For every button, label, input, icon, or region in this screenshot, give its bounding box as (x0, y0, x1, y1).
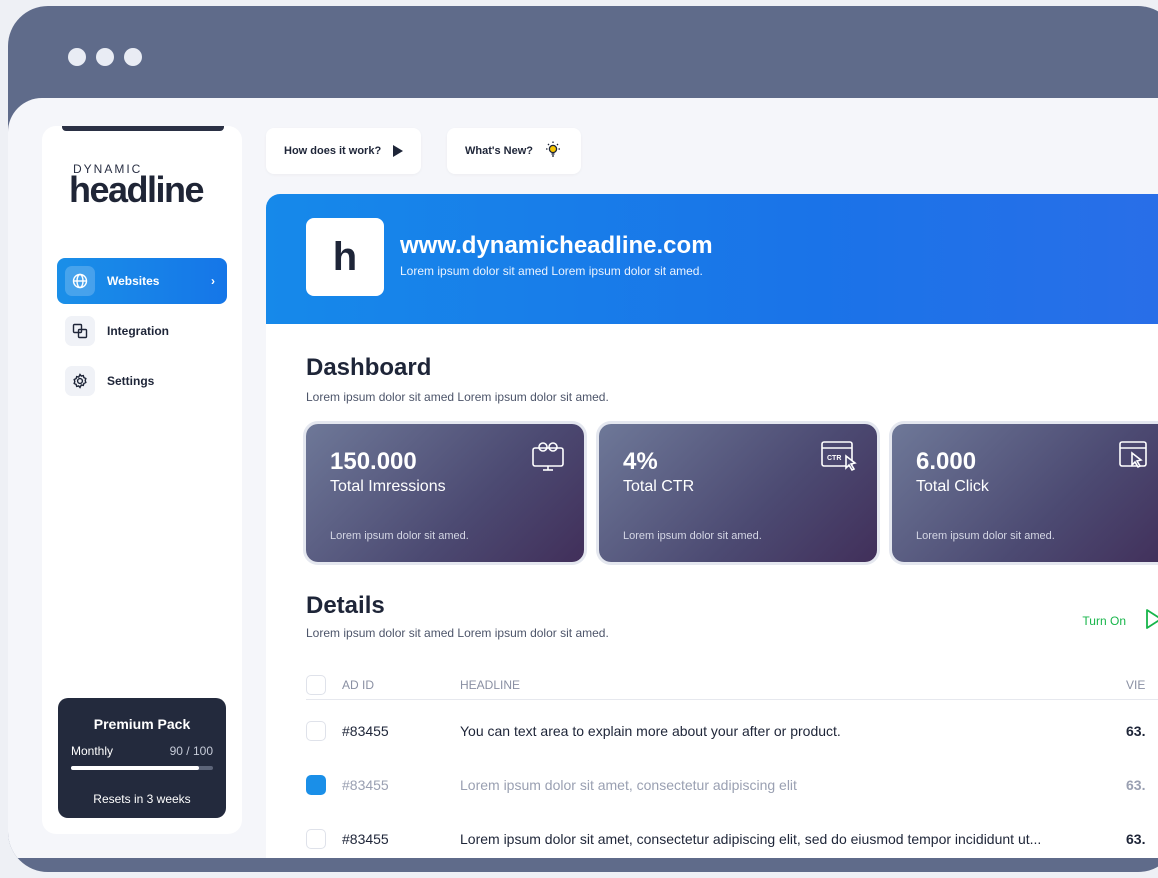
gear-icon (65, 366, 95, 396)
row-views: 63. (1126, 831, 1146, 847)
stat-value: 6.000 (916, 448, 977, 475)
premium-period: Monthly (71, 744, 114, 758)
select-all-checkbox[interactable] (306, 674, 326, 695)
how-it-works-button[interactable]: How does it work? (266, 128, 422, 174)
row-ad-id: #83455 (342, 831, 389, 847)
integration-icon (65, 316, 95, 346)
play-icon (393, 145, 404, 157)
lightbulb-icon (543, 140, 563, 163)
premium-progress-bar (71, 766, 213, 770)
table-header: AD ID HEADLINE VIE (306, 670, 1158, 700)
row-checkbox[interactable] (306, 775, 326, 795)
row-headline: Lorem ipsum dolor sit amet, consectetur … (460, 831, 1042, 847)
window-dot-maximize[interactable] (124, 48, 142, 66)
whats-new-button[interactable]: What's New? (447, 128, 582, 174)
window-dot-close[interactable] (68, 48, 86, 66)
column-header-headline[interactable]: HEADLINE (460, 678, 1126, 692)
stat-description: Lorem ipsum dolor sit amed. (623, 530, 762, 542)
sidebar: DYNAMIC headline Websites › Integration … (42, 126, 242, 834)
stat-description: Lorem ipsum dolor sit amed. (330, 530, 469, 542)
sidebar-item-integration[interactable]: Integration (57, 308, 227, 354)
details-title: Details (306, 592, 385, 619)
whats-new-label: What's New? (465, 145, 534, 157)
browser-cursor-icon (1116, 438, 1152, 479)
details-subtitle: Lorem ipsum dolor sit amed Lorem ipsum d… (306, 626, 609, 640)
row-checkbox[interactable] (306, 721, 326, 741)
premium-title: Premium Pack (93, 716, 191, 732)
premium-usage-row: Monthly 90 / 100 (71, 744, 213, 758)
stat-description: Lorem ipsum dolor sit amed. (916, 530, 1055, 542)
sidebar-item-label: Websites (107, 274, 160, 288)
logo-big-text: headline (69, 169, 205, 210)
table-row[interactable]: #83455 You can text area to explain more… (306, 708, 1158, 754)
website-url[interactable]: www.dynamicheadline.com (400, 232, 713, 260)
table-row[interactable]: #83455 Lorem ipsum dolor sit amet, conse… (306, 816, 1158, 858)
row-ad-id: #83455 (342, 777, 389, 793)
window-controls (68, 48, 142, 66)
stat-label: Total Imressions (330, 478, 446, 495)
sidebar-nav: Websites › Integration Settings (57, 258, 227, 408)
sidebar-item-settings[interactable]: Settings (57, 358, 227, 404)
premium-pack-card: Premium Pack Monthly 90 / 100 Resets in … (58, 698, 226, 818)
website-description: Lorem ipsum dolor sit amed Lorem ipsum d… (400, 264, 703, 278)
row-headline: Lorem ipsum dolor sit amet, consectetur … (460, 777, 797, 793)
window-dot-minimize[interactable] (96, 48, 114, 66)
sidebar-item-label: Integration (107, 324, 169, 338)
ctr-icon-text: CTR (827, 455, 841, 462)
premium-count: 90 / 100 (169, 744, 213, 758)
chevron-right-icon: › (211, 274, 215, 288)
device-frame: DYNAMIC headline Websites › Integration … (8, 6, 1158, 872)
row-views: 63. (1126, 723, 1146, 739)
sidebar-item-websites[interactable]: Websites › (57, 258, 227, 304)
turn-on-button[interactable]: Turn On (1082, 614, 1126, 628)
sidebar-item-label: Settings (107, 374, 155, 388)
column-header-ad-id[interactable]: AD ID (342, 678, 460, 692)
dashboard-subtitle: Lorem ipsum dolor sit amed Lorem ipsum d… (306, 390, 609, 404)
row-checkbox[interactable] (306, 829, 326, 849)
globe-icon (65, 266, 95, 296)
row-views: 63. (1126, 777, 1146, 793)
stat-value: 4% (623, 448, 658, 475)
row-ad-id: #83455 (342, 723, 389, 739)
table-row[interactable]: #83455 Lorem ipsum dolor sit amet, conse… (306, 762, 1158, 808)
details-table: AD ID HEADLINE VIE #83455 You can text a… (306, 670, 1158, 858)
app-logo[interactable]: DYNAMIC headline (69, 162, 205, 210)
stat-card-clicks[interactable]: 6.000 Total Click Lorem ipsum dolor sit … (892, 424, 1158, 562)
stat-label: Total CTR (623, 478, 695, 495)
sidebar-top-accent (62, 126, 224, 131)
stat-card-ctr[interactable]: 4% Total CTR Lorem ipsum dolor sit amed.… (599, 424, 877, 562)
premium-reset-text: Resets in 3 weeks (93, 792, 191, 806)
main-content: Dashboard Lorem ipsum dolor sit amed Lor… (266, 324, 1158, 858)
stat-card-impressions[interactable]: 150.000 Total Imressions Lorem ipsum dol… (306, 424, 584, 562)
how-it-works-label: How does it work? (284, 145, 382, 157)
stat-value: 150.000 (330, 448, 417, 475)
monitor-eyes-icon (530, 438, 566, 479)
stat-label: Total Click (916, 478, 989, 495)
premium-progress-fill (71, 766, 199, 770)
dashboard-title: Dashboard (306, 354, 432, 381)
play-outline-icon[interactable] (1144, 608, 1158, 635)
website-banner: h www.dynamicheadline.com Lorem ipsum do… (266, 194, 1158, 324)
website-logo: h (306, 218, 384, 296)
column-header-views[interactable]: VIE (1126, 678, 1158, 692)
row-headline: You can text area to explain more about … (460, 723, 841, 739)
ctr-click-icon: CTR (819, 438, 859, 479)
app-screen: DYNAMIC headline Websites › Integration … (8, 98, 1158, 858)
